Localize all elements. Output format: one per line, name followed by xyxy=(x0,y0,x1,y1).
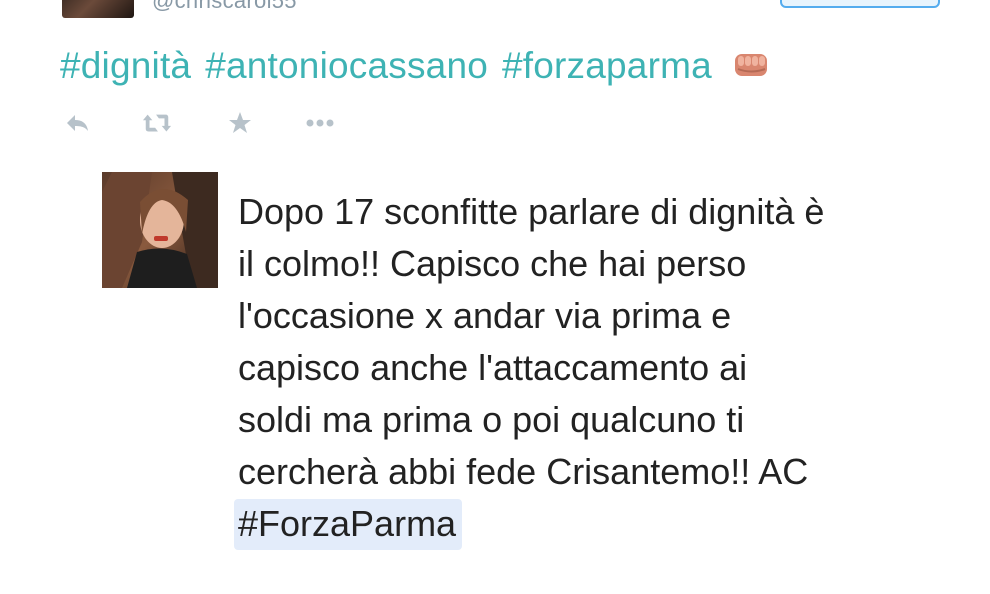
favorite-icon[interactable] xyxy=(225,108,255,138)
author-handle[interactable]: @chriscarol55 xyxy=(152,0,297,14)
quoted-tweet-text: Dopo 17 sconfitte parlare di dignità è i… xyxy=(234,186,938,550)
quoted-avatar[interactable] xyxy=(102,172,218,288)
quoted-line: il colmo!! Capisco che hai perso xyxy=(238,243,747,284)
quoted-line: #ForzaParma xyxy=(234,498,938,550)
reply-icon[interactable] xyxy=(62,108,92,138)
hashtag-forzaparma-quoted[interactable]: #ForzaParma xyxy=(234,499,463,550)
quoted-line: l'occasione x andar via prima e xyxy=(238,295,732,336)
tweet-text: #dignità #antoniocassano #forzaparma xyxy=(60,45,770,87)
quoted-line: cercherà abbi fede Crisantemo!! AC xyxy=(238,451,809,492)
quoted-line: Dopo 17 sconfitte parlare di dignità è xyxy=(238,191,825,232)
hashtag-forzaparma[interactable]: #forzaparma xyxy=(502,45,712,86)
tweet-actions xyxy=(62,108,352,138)
quoted-line: capisco anche l'attaccamento ai xyxy=(238,347,748,388)
quoted-line: soldi ma prima o poi qualcuno ti xyxy=(238,399,745,440)
hashtag-antoniocassano[interactable]: #antoniocassano xyxy=(205,45,488,86)
author-avatar[interactable] xyxy=(62,0,134,18)
fist-icon xyxy=(732,47,770,77)
follow-button[interactable] xyxy=(780,0,940,8)
more-icon[interactable] xyxy=(305,108,335,138)
retweet-icon[interactable] xyxy=(142,108,172,138)
hashtag-dignita[interactable]: #dignità xyxy=(60,45,191,86)
